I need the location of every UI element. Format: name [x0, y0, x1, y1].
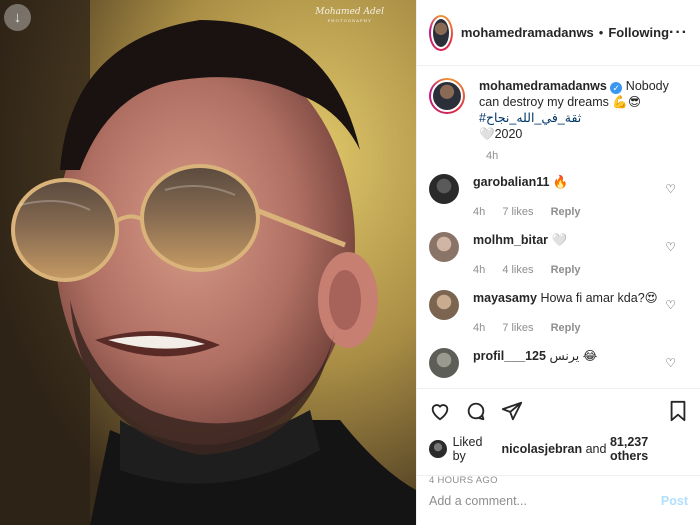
comment-heart-icon[interactable]: ♡ — [665, 298, 676, 312]
comment-body: profil___125 يرنس 😂 — [473, 348, 663, 378]
comment-meta: 4h 7 likes Reply — [473, 204, 663, 220]
comment-likes[interactable]: 4 likes — [502, 264, 533, 276]
likes-count[interactable]: 81,237 others — [610, 435, 688, 463]
bookmark-icon[interactable] — [668, 400, 688, 422]
comment-time[interactable]: 4h — [473, 322, 485, 334]
commenter-username[interactable]: garobalian11 — [473, 175, 549, 189]
post-photo[interactable]: ↓ Mohamed Adel PHOTOGRAPHY — [0, 0, 416, 525]
arrow-down-icon: ↓ — [13, 9, 22, 26]
caption-time[interactable]: 4h — [486, 150, 688, 162]
liked-by-row: Liked by nicolasjebran and 81,237 others — [429, 435, 688, 463]
liked-prefix: Liked by — [452, 435, 483, 463]
post-side-panel: mohamedramadanws • Following ··· mohamed… — [416, 0, 700, 525]
comment-likes[interactable]: 7 likes — [502, 322, 533, 334]
caption-year: 🤍2020 — [479, 127, 523, 141]
comment-heart-icon[interactable]: ♡ — [665, 182, 676, 196]
commenter-avatar[interactable] — [429, 290, 459, 320]
reply-button[interactable]: Reply — [551, 264, 581, 276]
commenter-avatar[interactable] — [429, 348, 459, 378]
author-avatar[interactable] — [429, 14, 453, 51]
post-caption: mohamedramadanws ✓ Nobody can destroy my… — [429, 78, 688, 142]
watermark-subtext: PHOTOGRAPHY — [327, 18, 372, 23]
post-actions: Liked by nicolasjebran and 81,237 others… — [417, 388, 700, 486]
reply-button[interactable]: Reply — [551, 206, 581, 218]
post-comment-button[interactable]: Post — [661, 494, 688, 508]
commenter-avatar[interactable] — [429, 232, 459, 262]
comment-heart-icon[interactable]: ♡ — [665, 356, 676, 370]
comment-meta: 4h 7 likes Reply — [473, 320, 663, 336]
comment-body: molhm_bitar 🤍 4h 4 likes Reply — [473, 232, 663, 278]
caption-avatar[interactable] — [429, 78, 465, 114]
watermark-text: Mohamed Adel — [315, 7, 384, 17]
ellipsis-icon[interactable]: ··· — [669, 24, 688, 42]
comment-meta: 4h 4 likes Reply — [473, 262, 663, 278]
liker-avatar[interactable] — [429, 440, 447, 458]
caption-text: mohamedramadanws ✓ Nobody can destroy my… — [479, 78, 679, 142]
comment-heart-icon[interactable]: ♡ — [665, 240, 676, 254]
comment-text: يرنس 😂 — [549, 349, 598, 363]
comment-time[interactable]: 4h — [473, 206, 485, 218]
comment-item: profil___125 يرنس 😂 ♡ — [429, 348, 688, 378]
liked-and: and — [585, 442, 607, 456]
caption-username[interactable]: mohamedramadanws — [479, 79, 607, 93]
caption-hashtags[interactable]: #ثقة_في_الله_نجاح — [479, 111, 581, 125]
comment-text: 🔥 — [552, 175, 569, 189]
comment-body: mayasamy Howa fi amar kda?😍 4h 7 likes R… — [473, 290, 663, 336]
following-button[interactable]: Following — [608, 25, 669, 40]
comment-text: 🤍 — [551, 233, 568, 247]
paper-plane-icon[interactable] — [501, 400, 523, 422]
comment-item: mayasamy Howa fi amar kda?😍 4h 7 likes R… — [429, 290, 688, 336]
comments-list[interactable]: mohamedramadanws ✓ Nobody can destroy my… — [417, 66, 700, 388]
heart-icon[interactable] — [429, 400, 451, 422]
liker-username[interactable]: nicolasjebran — [502, 442, 583, 456]
add-comment-bar: Post — [417, 475, 700, 525]
comment-item: garobalian11 🔥 4h 7 likes Reply ♡ — [429, 174, 688, 220]
comment-item: molhm_bitar 🤍 4h 4 likes Reply ♡ — [429, 232, 688, 278]
photographer-watermark: Mohamed Adel PHOTOGRAPHY — [315, 8, 384, 23]
separator-dot: • — [598, 25, 604, 40]
commenter-avatar[interactable] — [429, 174, 459, 204]
comment-input[interactable] — [429, 493, 661, 508]
comment-time[interactable]: 4h — [473, 264, 485, 276]
comment-text: Howa fi amar kda?😍 — [540, 291, 658, 305]
post-header: mohamedramadanws • Following ··· — [417, 0, 700, 66]
portrait-image — [0, 0, 416, 525]
download-button[interactable]: ↓ — [4, 4, 31, 31]
comment-icon[interactable] — [465, 400, 487, 422]
comment-likes[interactable]: 7 likes — [502, 206, 533, 218]
author-username[interactable]: mohamedramadanws — [461, 25, 594, 40]
action-icons — [429, 399, 688, 423]
verified-badge-icon: ✓ — [610, 82, 623, 94]
reply-button[interactable]: Reply — [551, 322, 581, 334]
commenter-username[interactable]: molhm_bitar — [473, 233, 548, 247]
comment-body: garobalian11 🔥 4h 7 likes Reply — [473, 174, 663, 220]
commenter-username[interactable]: mayasamy — [473, 291, 537, 305]
commenter-username[interactable]: profil___125 — [473, 349, 546, 363]
